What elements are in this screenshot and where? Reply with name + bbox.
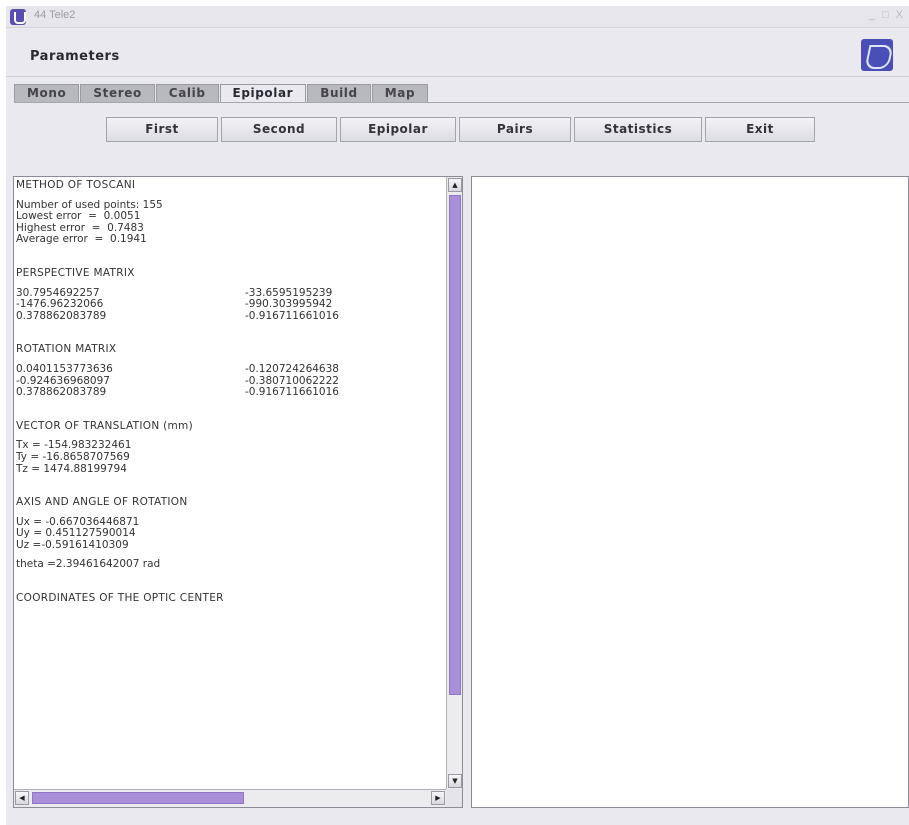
image-display-pane[interactable] <box>471 176 909 808</box>
panel-title: Parameters <box>30 49 120 64</box>
matrix-cell: -0.924636968097 <box>16 374 110 387</box>
tab-stereo[interactable]: Stereo <box>80 84 155 102</box>
translation-heading: VECTOR OF TRANSLATION (mm) <box>16 419 193 432</box>
perspective-row: 0.378862083789 -0.916711661016 <box>16 309 441 323</box>
tab-divider <box>14 102 909 103</box>
matrix-cell: 0.378862083789 <box>16 386 107 399</box>
rotation-matrix-heading: ROTATION MATRIX <box>16 343 117 356</box>
uz-line: Uz =-0.59161410309 <box>16 538 129 551</box>
panel-header: Parameters <box>6 29 909 77</box>
matrix-cell: 30.7954692257 <box>16 286 100 299</box>
tab-build[interactable]: Build <box>307 84 371 102</box>
perspective-matrix-heading: PERSPECTIVE MATRIX <box>16 266 135 279</box>
application-window: 44 Tele2 _ □ X Parameters Mono Stereo Ca… <box>6 6 909 825</box>
matrix-cell: -0.120724264638 <box>245 362 339 375</box>
second-button[interactable]: Second <box>221 117 337 142</box>
pairs-button[interactable]: Pairs <box>459 117 571 142</box>
vertical-scrollbar[interactable]: ▲ ▼ <box>446 177 462 789</box>
scroll-right-icon[interactable]: ▶ <box>431 791 445 805</box>
optic-center-heading: COORDINATES OF THE OPTIC CENTER <box>16 592 224 605</box>
results-text[interactable]: METHOD OF TOSCANI Number of used points:… <box>16 180 441 788</box>
axis-angle-heading: AXIS AND ANGLE OF ROTATION <box>16 496 188 509</box>
window-controls[interactable]: _ □ X <box>869 9 905 21</box>
horizontal-scrollbar[interactable]: ◀ ▶ <box>14 789 446 807</box>
statistics-button[interactable]: Statistics <box>574 117 702 142</box>
logo-icon <box>861 39 893 71</box>
scroll-down-icon[interactable]: ▼ <box>448 774 462 788</box>
window-title: 44 Tele2 <box>34 9 76 21</box>
matrix-cell: 0.0401153773636 <box>16 362 113 375</box>
tab-mono[interactable]: Mono <box>14 84 80 102</box>
tz-line: Tz = 1474.88199794 <box>16 462 127 475</box>
matrix-cell: -990.303995942 <box>245 298 333 311</box>
tab-bar: Mono Stereo Calib Epipolar Build Map <box>14 84 429 102</box>
app-icon <box>10 9 26 25</box>
average-error-line: Average error = 0.1941 <box>16 233 147 246</box>
matrix-cell: -1476.96232066 <box>16 298 104 311</box>
vertical-scroll-thumb[interactable] <box>449 195 461 695</box>
tab-map[interactable]: Map <box>371 84 429 102</box>
ty-line: Ty = -16.8658707569 <box>16 450 130 463</box>
first-button[interactable]: First <box>106 117 218 142</box>
scroll-left-icon[interactable]: ◀ <box>15 791 29 805</box>
matrix-cell: -0.916711661016 <box>245 309 339 322</box>
theta-line: theta =2.39461642007 rad <box>16 558 161 571</box>
method-heading: METHOD OF TOSCANI <box>16 180 136 191</box>
matrix-cell: 0.378862083789 <box>16 309 107 322</box>
results-text-pane[interactable]: METHOD OF TOSCANI Number of used points:… <box>13 176 463 808</box>
horizontal-scroll-thumb[interactable] <box>32 792 244 804</box>
scrollbar-corner <box>446 789 462 807</box>
tab-epipolar[interactable]: Epipolar <box>219 84 307 102</box>
scroll-up-icon[interactable]: ▲ <box>448 178 462 192</box>
title-bar[interactable]: 44 Tele2 _ □ X <box>6 6 909 28</box>
toolbar: First Second Epipolar Pairs Statistics E… <box>106 117 818 142</box>
exit-button[interactable]: Exit <box>705 117 815 142</box>
tab-calib[interactable]: Calib <box>155 84 219 102</box>
epipolar-button[interactable]: Epipolar <box>340 117 456 142</box>
matrix-cell: -0.916711661016 <box>245 386 339 399</box>
rotation-row: 0.378862083789 -0.916711661016 <box>16 386 441 399</box>
